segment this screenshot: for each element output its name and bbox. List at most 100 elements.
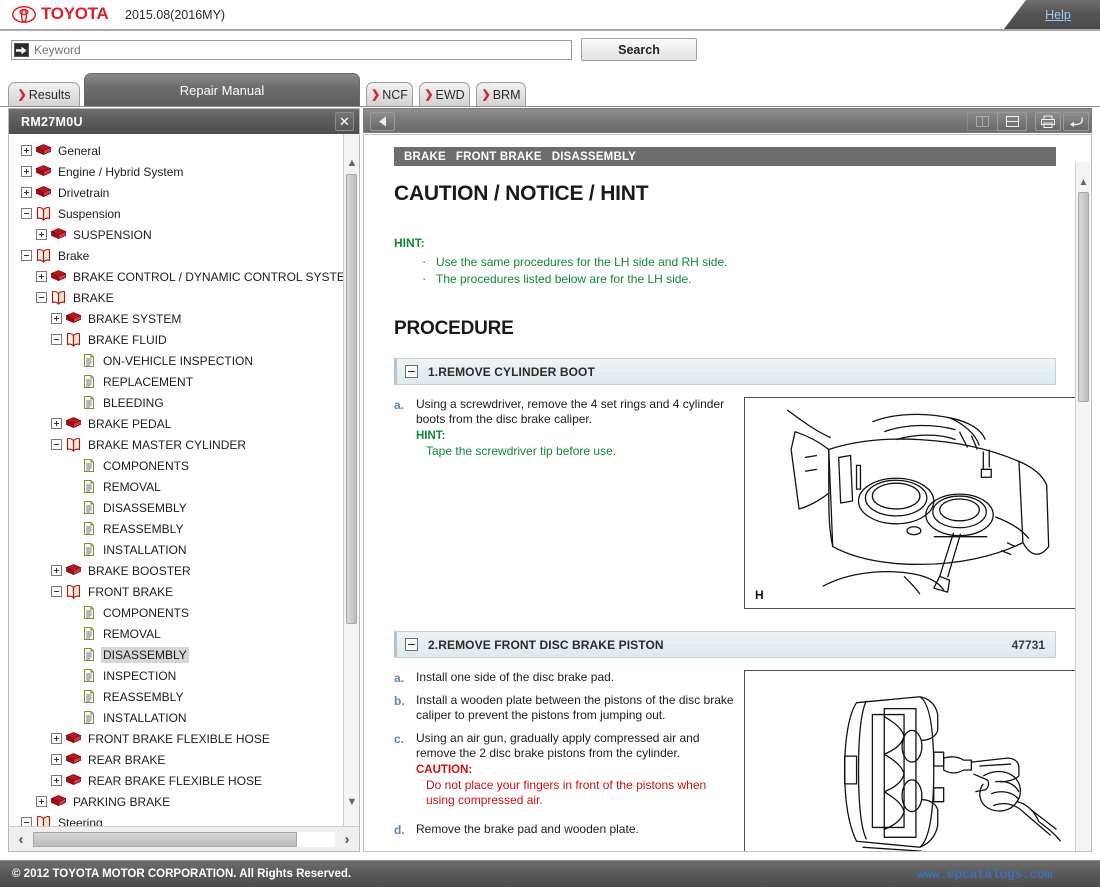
tree-item[interactable]: REMOVAL bbox=[9, 476, 359, 497]
expand-plus-icon[interactable] bbox=[51, 565, 62, 576]
tree-scroll-thumb[interactable] bbox=[346, 174, 357, 624]
expand-plus-icon[interactable] bbox=[51, 775, 62, 786]
tree-item[interactable]: REASSEMBLY bbox=[9, 518, 359, 539]
back-arrow-icon[interactable] bbox=[370, 112, 395, 131]
tree-item[interactable]: REAR BRAKE FLEXIBLE HOSE bbox=[9, 770, 359, 791]
help-button[interactable]: Help bbox=[1004, 0, 1100, 29]
tree-item[interactable]: PARKING BRAKE bbox=[9, 791, 359, 812]
tree-horizontal-scrollbar[interactable]: ‹ › bbox=[9, 826, 359, 851]
expand-plus-icon[interactable] bbox=[51, 313, 62, 324]
note-label: HINT: bbox=[416, 430, 446, 442]
chevron-right-icon[interactable]: › bbox=[335, 828, 359, 851]
tree-item-label: BRAKE bbox=[73, 290, 114, 305]
tree-item[interactable]: BRAKE PEDAL bbox=[9, 413, 359, 434]
paragraph-marker: c. bbox=[394, 732, 405, 746]
tree-item[interactable]: DISASSEMBLY bbox=[9, 497, 359, 518]
site-link[interactable]: www.epcatalogs.com bbox=[917, 867, 1052, 882]
tab-brm[interactable]: ❯ BRM bbox=[476, 82, 526, 106]
tree-h-track[interactable] bbox=[33, 831, 335, 847]
tree-item[interactable]: INSPECTION bbox=[9, 665, 359, 686]
document-viewport: BRAKE FRONT BRAKE DISASSEMBLY CAUTION / … bbox=[363, 134, 1092, 852]
tree-item[interactable]: FRONT BRAKE bbox=[9, 581, 359, 602]
close-icon[interactable]: ✕ bbox=[335, 112, 354, 131]
search-input[interactable] bbox=[32, 42, 571, 58]
tree-item[interactable]: FRONT BRAKE FLEXIBLE HOSE bbox=[9, 728, 359, 749]
navigation-tree: General Engine / Hybrid System Drivetrain S… bbox=[9, 134, 359, 826]
document-scroll-thumb[interactable] bbox=[1078, 192, 1089, 402]
tree-vertical-scrollbar[interactable]: ▲ ▼ bbox=[343, 134, 359, 826]
search-box[interactable] bbox=[11, 40, 572, 60]
chevron-right-icon: ❯ bbox=[481, 89, 491, 101]
document-vertical-scrollbar[interactable]: ▲ ▼ bbox=[1075, 162, 1091, 851]
tree-item[interactable]: Suspension bbox=[9, 203, 359, 224]
collapse-minus-icon[interactable] bbox=[51, 334, 62, 345]
collapse-minus-icon[interactable] bbox=[405, 365, 418, 378]
tab-ewd[interactable]: ❯ EWD bbox=[419, 82, 470, 106]
tree-item[interactable]: BRAKE bbox=[9, 287, 359, 308]
collapse-minus-icon[interactable] bbox=[51, 439, 62, 450]
tree-item[interactable]: REAR BRAKE bbox=[9, 749, 359, 770]
chevron-down-icon[interactable]: ▼ bbox=[344, 793, 360, 810]
expand-plus-icon[interactable] bbox=[21, 145, 32, 156]
expand-plus-icon[interactable] bbox=[51, 418, 62, 429]
step-header-2[interactable]: 2.REMOVE FRONT DISC BRAKE PISTON 47731 bbox=[394, 631, 1056, 658]
copyright-label: © 2012 TOYOTA MOTOR CORPORATION. All Rig… bbox=[12, 868, 352, 880]
tree-item[interactable]: Drivetrain bbox=[9, 182, 359, 203]
open-book-icon bbox=[65, 584, 82, 599]
tree-scroll-area[interactable]: General Engine / Hybrid System Drivetrain S… bbox=[9, 134, 359, 826]
expand-plus-icon[interactable] bbox=[51, 754, 62, 765]
split-pane-icon[interactable] bbox=[997, 112, 1027, 131]
chevron-left-icon[interactable]: ‹ bbox=[9, 828, 33, 851]
tree-item-label: INSTALLATION bbox=[103, 710, 187, 725]
tree-item[interactable]: BRAKE MASTER CYLINDER bbox=[9, 434, 359, 455]
chevron-up-icon[interactable]: ▲ bbox=[344, 154, 360, 171]
tree-item[interactable]: Steering bbox=[9, 812, 359, 826]
expand-plus-icon[interactable] bbox=[36, 229, 47, 240]
tree-item[interactable]: Brake bbox=[9, 245, 359, 266]
tree-item[interactable]: INSTALLATION bbox=[9, 707, 359, 728]
search-button[interactable]: Search bbox=[581, 38, 697, 61]
tree-item[interactable]: COMPONENTS bbox=[9, 602, 359, 623]
tree-item[interactable]: General bbox=[9, 140, 359, 161]
tab-results[interactable]: ❯ Results bbox=[8, 82, 80, 106]
tree-item[interactable]: COMPONENTS bbox=[9, 455, 359, 476]
paragraph: c. Using an air gun, gradually apply com… bbox=[394, 731, 734, 808]
tree-item[interactable]: SUSPENSION bbox=[9, 224, 359, 245]
tree-item[interactable]: BLEEDING bbox=[9, 392, 359, 413]
tree-item[interactable]: REPLACEMENT bbox=[9, 371, 359, 392]
chevron-up-icon[interactable]: ▲ bbox=[1076, 174, 1091, 190]
tree-item[interactable]: REMOVAL bbox=[9, 623, 359, 644]
tree-item[interactable]: BRAKE SYSTEM bbox=[9, 308, 359, 329]
collapse-minus-icon[interactable] bbox=[21, 250, 32, 261]
tree-item[interactable]: BRAKE CONTROL / DYNAMIC CONTROL SYSTEMS bbox=[9, 266, 359, 287]
collapse-minus-icon[interactable] bbox=[21, 208, 32, 219]
print-icon[interactable] bbox=[1035, 112, 1061, 131]
help-label: Help bbox=[1045, 7, 1071, 22]
tree-item[interactable]: BRAKE FLUID bbox=[9, 329, 359, 350]
expand-plus-icon[interactable] bbox=[36, 796, 47, 807]
expand-plus-icon[interactable] bbox=[51, 733, 62, 744]
tree-item[interactable]: Engine / Hybrid System bbox=[9, 161, 359, 182]
tree-item[interactable]: DISASSEMBLY bbox=[9, 644, 359, 665]
collapse-minus-icon[interactable] bbox=[405, 638, 418, 651]
collapse-minus-icon[interactable] bbox=[51, 586, 62, 597]
tab-ncf[interactable]: ❯ NCF bbox=[366, 82, 413, 106]
tree-item[interactable]: INSTALLATION bbox=[9, 539, 359, 560]
tab-repair-manual[interactable]: Repair Manual bbox=[84, 73, 360, 106]
single-pane-icon[interactable] bbox=[967, 112, 997, 131]
collapse-minus-icon[interactable] bbox=[21, 817, 32, 826]
breadcrumb-item-0: BRAKE bbox=[404, 150, 446, 163]
collapse-minus-icon[interactable] bbox=[36, 292, 47, 303]
step-header-1[interactable]: 1.REMOVE CYLINDER BOOT bbox=[394, 358, 1056, 385]
tree-item[interactable]: ON-VEHICLE INSPECTION bbox=[9, 350, 359, 371]
expand-plus-icon[interactable] bbox=[21, 187, 32, 198]
tree-item[interactable]: REASSEMBLY bbox=[9, 686, 359, 707]
exit-arrow-icon[interactable] bbox=[1063, 112, 1089, 131]
expand-plus-icon[interactable] bbox=[21, 166, 32, 177]
expand-plus-icon[interactable] bbox=[36, 271, 47, 282]
tree-item[interactable]: BRAKE BOOSTER bbox=[9, 560, 359, 581]
tree-h-thumb[interactable] bbox=[33, 831, 297, 847]
